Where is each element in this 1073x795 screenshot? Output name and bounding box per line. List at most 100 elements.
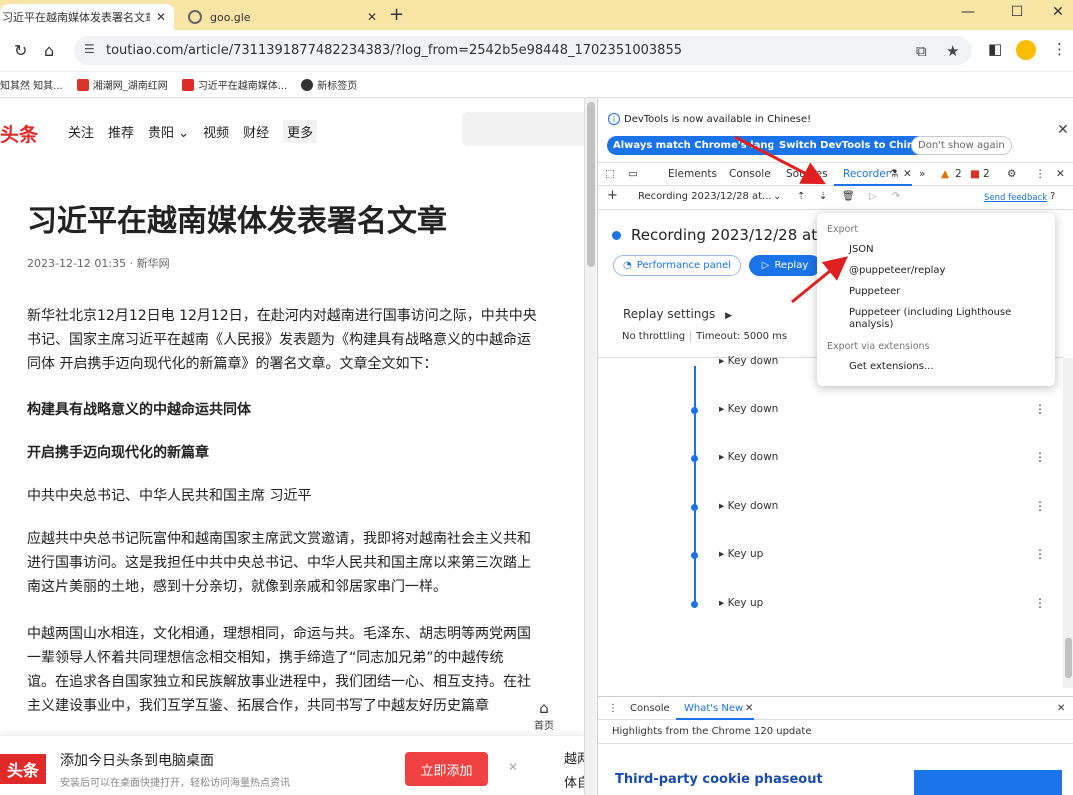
article-meta: 2023-12-12 01:35 · 新华网 <box>27 257 170 270</box>
nav-item[interactable]: 财经 <box>243 122 269 143</box>
more-tabs-icon[interactable]: » <box>919 168 925 180</box>
warning-icon[interactable]: ▲ <box>941 168 949 180</box>
side-panel-icon[interactable]: ◧ <box>988 40 1002 58</box>
get-extensions-item[interactable]: Get extensions... <box>849 361 1049 373</box>
bookmarks-bar: 知其然 知其... 湘潮网_湖南红网 习近平在越南媒体... 新标签页 <box>0 72 1073 98</box>
tab-active[interactable]: 习近平在越南媒体发表署名文章 ✕ <box>0 4 174 30</box>
flask-icon: ⚗ <box>889 168 899 180</box>
dont-show-again-button[interactable]: Don't show again <box>911 136 1012 155</box>
replay-button[interactable]: ▷ Replay <box>749 255 821 276</box>
step-row[interactable]: ▸ Key up ⋮ <box>598 595 1063 619</box>
bookmark-item[interactable]: 习近平在越南媒体... <box>181 77 287 92</box>
minimize-button[interactable]: — <box>953 4 983 20</box>
caret-right-icon: ▸ <box>719 597 728 609</box>
drawer-menu-icon[interactable]: ⋮ <box>608 703 618 714</box>
nav-item[interactable]: 推荐 <box>108 122 134 143</box>
export-puppeteer-item[interactable]: Puppeteer <box>849 286 1049 298</box>
nav-item[interactable]: 贵阳 ⌄ <box>148 122 189 143</box>
recording-select[interactable]: Recording 2023/12/28 at... <box>638 191 772 202</box>
send-feedback-link[interactable]: Send feedback <box>984 193 1047 203</box>
drawer-close-icon[interactable]: ✕ <box>1057 703 1065 714</box>
scrollbar-thumb[interactable] <box>587 102 595 267</box>
step-menu-icon[interactable]: ⋮ <box>1034 450 1046 464</box>
step-over-icon[interactable]: ↷ <box>892 191 900 202</box>
install-app-icon[interactable]: ⧉ <box>916 42 927 60</box>
tab-sources[interactable]: Sources <box>786 168 828 180</box>
article-paragraph: 中共中央总书记、中华人民共和国主席 习近平 <box>27 488 312 504</box>
add-to-desktop-button[interactable]: 立即添加 <box>405 752 488 786</box>
step-row[interactable]: ▸ Key down ⋮ <box>598 401 1063 425</box>
bookmark-item[interactable]: 新标签页 <box>301 77 357 92</box>
scrollbar-thumb[interactable] <box>1065 638 1072 678</box>
new-tab-button[interactable]: + <box>389 4 404 25</box>
nav-item[interactable]: 更多 <box>283 120 318 143</box>
inspect-element-icon[interactable]: ⬚ <box>605 168 615 180</box>
error-icon[interactable]: ■ <box>970 168 980 180</box>
delete-icon[interactable]: 🗑 <box>842 191 855 202</box>
new-recording-button[interactable]: + <box>607 188 618 203</box>
article-paragraph: 新华社北京12月12日电 12月12日，在赴河内对越南进行国事访问之际，中共中央 <box>27 308 537 324</box>
tab-goo-gle[interactable]: goo.gle ✕ <box>180 4 385 30</box>
article-paragraph: 南这片美丽的土地，感到十分亲切，就像到亲戚和邻居家串门一样。 <box>27 579 447 595</box>
banner-logo: 头条 <box>0 754 46 784</box>
home-icon[interactable]: ⌂ <box>44 41 54 60</box>
nav-item[interactable]: 关注 <box>68 122 94 143</box>
performance-panel-button[interactable]: ◔ Performance panel <box>613 255 742 276</box>
step-menu-icon[interactable]: ⋮ <box>1034 547 1046 561</box>
step-row[interactable]: ▸ Key down ⋮ <box>598 498 1063 522</box>
help-icon[interactable]: ? <box>1050 191 1055 202</box>
devtools-menu-icon[interactable]: ⋮ <box>1035 168 1046 180</box>
devtools-close-icon[interactable]: ✕ <box>1056 168 1065 180</box>
import-icon[interactable]: ⇡ <box>797 191 805 202</box>
devtools-scrollbar[interactable] <box>1063 358 1073 688</box>
bookmark-star-icon[interactable]: ★ <box>946 42 959 60</box>
whats-new-article-title[interactable]: Third-party cookie phaseout <box>615 772 823 787</box>
chevron-down-icon[interactable]: ⌄ <box>773 191 781 202</box>
tab-recorder[interactable]: Recorder <box>843 168 890 180</box>
side-home-button[interactable]: ⌂ 首页 <box>524 699 564 732</box>
drawer-tab-whats-new[interactable]: What's New <box>684 703 743 714</box>
site-info-icon[interactable]: ☰ <box>84 42 95 56</box>
nav-item[interactable]: 视频 <box>203 122 229 143</box>
step-row[interactable]: ▸ Key up ⋮ <box>598 546 1063 570</box>
tab-console[interactable]: Console <box>729 168 771 180</box>
site-search-input[interactable] <box>462 112 584 146</box>
tab-title: goo.gle <box>210 10 251 24</box>
globe-icon <box>188 10 202 24</box>
maximize-button[interactable]: ☐ <box>1002 4 1032 20</box>
bookmark-item[interactable]: 湘潮网_湖南红网 <box>76 77 168 92</box>
article-paragraph: 越两党 <box>564 752 584 767</box>
replay-settings-toggle[interactable]: Replay settings ▶ <box>623 307 732 321</box>
profile-avatar[interactable] <box>1016 40 1036 64</box>
throttling-value[interactable]: No throttling <box>622 331 685 342</box>
site-logo[interactable]: 头条 <box>0 120 38 147</box>
step-menu-icon[interactable]: ⋮ <box>1034 402 1046 416</box>
step-row[interactable]: ▸ Key down ⋮ <box>598 449 1063 473</box>
gear-icon[interactable]: ⚙ <box>1007 168 1016 180</box>
export-puppeteer-replay-item[interactable]: @puppeteer/replay <box>849 265 1049 277</box>
tab-elements[interactable]: Elements <box>668 168 717 180</box>
timeout-value[interactable]: Timeout: 5000 ms <box>690 331 787 342</box>
tab-close-icon[interactable]: ✕ <box>367 10 377 24</box>
step-play-icon[interactable]: ▷ <box>869 191 877 202</box>
banner-close-icon[interactable]: ✕ <box>508 760 518 774</box>
bookmark-item[interactable]: 知其然 知其... <box>0 77 63 92</box>
step-menu-icon[interactable]: ⋮ <box>1034 499 1046 513</box>
export-json-item[interactable]: JSON <box>849 244 1049 256</box>
infobar-close-icon[interactable]: ✕ <box>1057 122 1069 138</box>
device-toolbar-icon[interactable]: ▭ <box>628 168 638 180</box>
page-scrollbar[interactable] <box>584 98 596 795</box>
window-close-button[interactable]: ✕ <box>1043 4 1073 20</box>
export-puppeteer-lighthouse-item[interactable]: Puppeteer (including Lighthouse analysis… <box>849 307 1049 331</box>
drawer-tab-console[interactable]: Console <box>630 703 670 714</box>
tab-close-icon[interactable]: ✕ <box>903 168 912 180</box>
whats-new-illustration <box>914 770 1062 795</box>
export-icon[interactable]: ⇣ <box>819 191 827 202</box>
tab-close-icon[interactable]: ✕ <box>156 10 166 24</box>
menu-kebab-icon[interactable]: ⋮ <box>1052 40 1067 58</box>
step-menu-icon[interactable]: ⋮ <box>1034 596 1046 610</box>
address-bar[interactable]: ☰ toutiao.com/article/731139187748223438… <box>74 36 972 65</box>
recorder-toolbar: + Recording 2023/12/28 at... ⌄ ⇡ ⇣ 🗑 ▷ ↷… <box>598 186 1073 210</box>
reload-icon[interactable]: ↻ <box>14 41 27 60</box>
tab-close-icon[interactable]: ✕ <box>745 703 753 714</box>
